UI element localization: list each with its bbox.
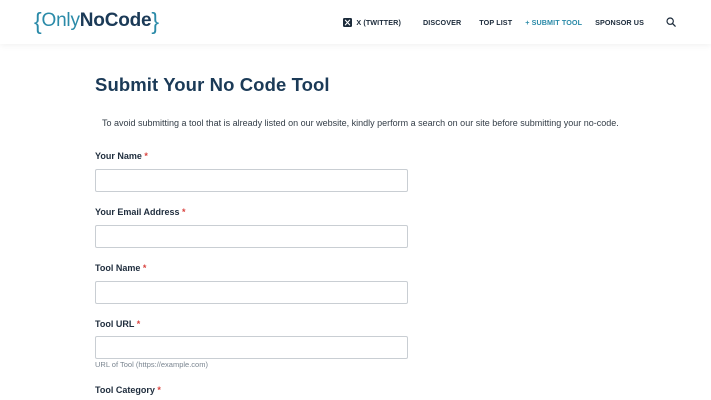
intro-text: To avoid submitting a tool that is alrea… — [102, 118, 619, 128]
site-logo[interactable]: { Only NoCode } — [34, 9, 159, 33]
tool-url-input[interactable] — [95, 336, 408, 359]
tool-url-help-text: URL of Tool (https://example.com) — [95, 360, 208, 369]
logo-text-only: Only — [41, 10, 80, 31]
nav-item-label: + SUBMIT TOOL — [525, 17, 583, 27]
required-marker: * — [182, 207, 186, 217]
logo-brace-close: } — [151, 8, 159, 34]
nav-item-label: X (TWITTER) — [356, 17, 401, 27]
required-marker: * — [157, 385, 161, 395]
nav-item-x-twitter[interactable]: X (TWITTER) — [343, 17, 401, 27]
main-nav: X (TWITTER) DISCOVER TOP LIST + SUBMIT T… — [343, 0, 711, 44]
search-icon[interactable] — [666, 17, 676, 27]
required-marker: * — [144, 151, 148, 161]
field-label-text: Tool Category — [95, 385, 155, 395]
your-email-input[interactable] — [95, 225, 408, 248]
nav-item-submit-tool[interactable]: + SUBMIT TOOL — [525, 18, 582, 27]
tool-category-label: Tool Category * — [95, 385, 161, 395]
required-marker: * — [142, 263, 147, 273]
nav-item-top-list[interactable]: TOP LIST — [479, 18, 512, 27]
field-label-text: Tool Name — [95, 263, 141, 273]
logo-text-nocode: NoCode — [79, 10, 152, 31]
site-header: { Only NoCode } X (TWITTER) DISCOVER TOP… — [0, 0, 711, 44]
nav-item-label: DISCOVER — [422, 17, 462, 27]
page-title: Submit Your No Code Tool — [95, 74, 330, 95]
your-name-input[interactable] — [95, 169, 408, 192]
field-label-text: Tool URL — [95, 319, 135, 329]
field-label-text: Your Name — [95, 151, 142, 161]
tool-name-label: Tool Name * — [95, 263, 146, 273]
nav-item-discover[interactable]: DISCOVER — [423, 18, 461, 27]
your-name-label: Your Name * — [95, 151, 148, 161]
required-marker: * — [136, 319, 141, 329]
nav-item-sponsor-us[interactable]: SPONSOR US — [595, 18, 644, 27]
tool-name-input[interactable] — [95, 281, 408, 304]
logo-brace-open: { — [34, 8, 42, 34]
nav-item-label: SPONSOR US — [595, 17, 644, 27]
nav-item-label: TOP LIST — [479, 17, 513, 27]
field-label-text: Your Email Address — [95, 207, 180, 217]
tool-url-label: Tool URL * — [95, 319, 140, 329]
your-email-label: Your Email Address * — [95, 207, 186, 217]
x-logo-icon — [343, 17, 353, 27]
